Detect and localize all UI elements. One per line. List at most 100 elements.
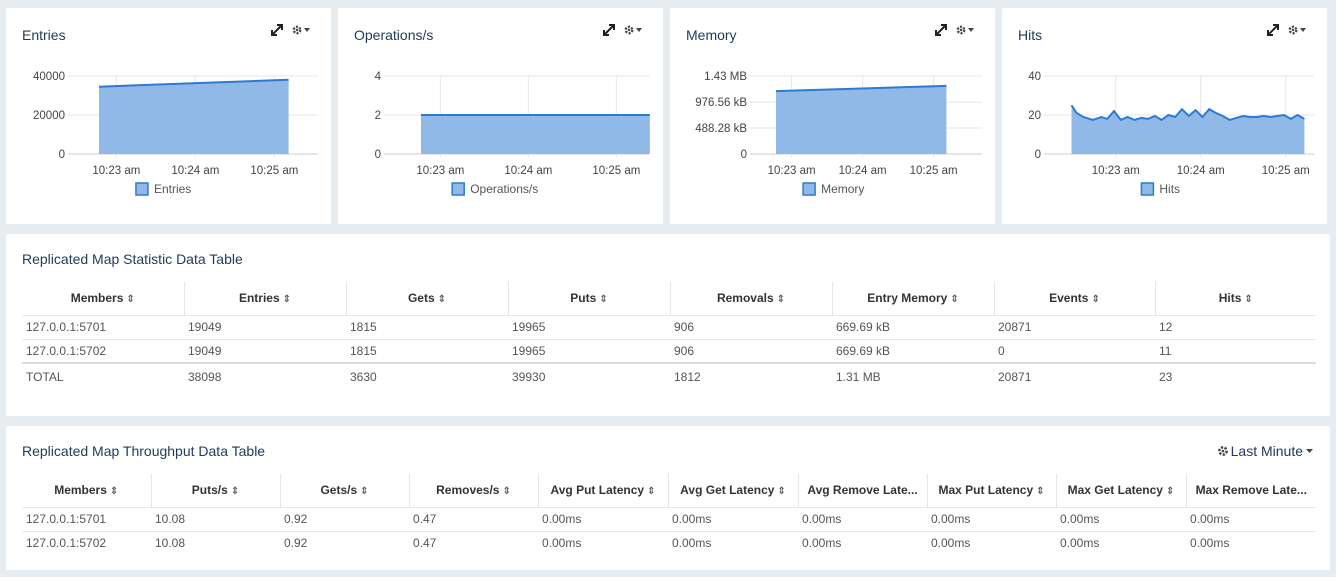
column-header-puts[interactable]: Puts ⇕ [508, 282, 671, 315]
table-cell: 1.31 MB [832, 362, 994, 389]
table-cell: 0.47 [409, 506, 538, 531]
table-cell: 19049 [184, 338, 346, 363]
table-cell: 3630 [346, 362, 508, 389]
throughput-data-panel: Replicated Map Throughput Data Table Las… [6, 426, 1330, 570]
legend-label: Memory [821, 182, 864, 196]
column-header-max-put-latency[interactable]: Max Put Latency ⇕ [927, 474, 1057, 507]
sort-icon: ⇕ [230, 486, 240, 498]
table-cell: 127.0.0.1:5702 [22, 338, 184, 363]
chart-svg: 40000 20000 0 10:23 am 10:24 am 10:25 am Entri… [33, 71, 318, 196]
x-tick-label: 10:23 am [1092, 165, 1140, 177]
column-header-gets-per-sec[interactable]: Gets/s ⇕ [280, 474, 410, 507]
table-cell: 127.0.0.1:5701 [22, 314, 184, 339]
y-tick-label: 40000 [33, 71, 65, 83]
table-row: 127.0.0.1:5701 10.08 0.92 0.47 0.00ms 0.… [22, 506, 1316, 531]
table-cell: 0.00ms [668, 506, 798, 531]
table-row: 127.0.0.1:5702 10.08 0.92 0.47 0.00ms 0.… [22, 530, 1316, 555]
sort-icon: ⇕ [1244, 294, 1253, 306]
legend-label: Hits [1159, 182, 1180, 196]
time-range-label: Last Minute [1230, 443, 1303, 459]
table-cell: 12 [1155, 314, 1316, 339]
chart-card-hits: Hits 40 20 0 10:23 am 10:24 am 10:25 am Hits [1002, 8, 1327, 224]
table-cell: 0.92 [280, 530, 409, 555]
table-row: 127.0.0.1:5702 19049 1815 19965 906 669.… [22, 338, 1316, 363]
y-tick-label: 2 [375, 110, 381, 122]
table-cell: 20871 [994, 314, 1155, 339]
column-header-avg-put-latency[interactable]: Avg Put Latency ⇕ [538, 474, 669, 507]
y-tick-label: 976.56 kB [695, 97, 747, 109]
y-tick-label: 40 [1028, 71, 1041, 83]
table-cell: 38098 [184, 362, 346, 389]
column-header-entry-memory[interactable]: Entry Memory ⇕ [832, 282, 995, 315]
table-cell: 0 [994, 338, 1155, 363]
series-area [1071, 105, 1305, 154]
table-cell: 0.00ms [1056, 506, 1186, 531]
table-cell: 0.00ms [927, 506, 1056, 531]
time-range-dropdown[interactable]: Last Minute [1217, 443, 1314, 459]
column-header-entries[interactable]: Entries ⇕ [184, 282, 347, 315]
sort-icon: ⇕ [109, 486, 119, 498]
charts-row: Entries 40000 20000 0 10:23 am 10:24 am 10:25… [6, 8, 1330, 224]
table-cell: 11 [1155, 338, 1316, 363]
sort-icon: ⇕ [599, 294, 608, 306]
column-header-avg-remove-latency[interactable]: Avg Remove Late... [798, 474, 928, 507]
chart-svg: 1.43 MB 976.56 kB 488.28 kB 0 10:23 am 10:24 … [695, 71, 982, 196]
table-cell: 127.0.0.1:5701 [22, 506, 151, 531]
y-tick-label: 20 [1028, 110, 1041, 122]
table-cell: 0.00ms [668, 530, 798, 555]
table-cell: 19965 [508, 338, 670, 363]
x-tick-label: 10:23 am [768, 165, 816, 177]
table-cell: 669.69 kB [832, 338, 994, 363]
x-tick-label: 10:25 am [1262, 165, 1310, 177]
table-cell: 1815 [346, 314, 508, 339]
table-cell: 19049 [184, 314, 346, 339]
sort-icon: ⇕ [502, 486, 511, 498]
column-header-events[interactable]: Events ⇕ [994, 282, 1156, 315]
sort-icon: ⇕ [360, 486, 369, 498]
x-tick-label: 10:25 am [910, 165, 958, 177]
table-cell: 23 [1155, 362, 1316, 389]
table-cell: 0.00ms [927, 530, 1056, 555]
y-tick-label: 4 [375, 71, 382, 83]
table-header-row: Members ⇕ Entries ⇕ Gets ⇕ Puts ⇕ Removals ⇕ … [22, 282, 1316, 315]
column-header-removes-per-sec[interactable]: Removes/s ⇕ [409, 474, 539, 507]
column-header-avg-get-latency[interactable]: Avg Get Latency ⇕ [668, 474, 799, 507]
column-header-max-get-latency[interactable]: Max Get Latency ⇕ [1056, 474, 1187, 507]
chart-card-entries: Entries 40000 20000 0 10:23 am 10:24 am 10:25… [6, 8, 331, 224]
y-tick-label: 1.43 MB [704, 71, 747, 83]
gear-icon [1217, 446, 1228, 456]
column-header-members[interactable]: Members ⇕ [22, 282, 185, 315]
table-cell: 0.00ms [1056, 530, 1186, 555]
table-cell: TOTAL [22, 362, 184, 389]
x-tick-label: 10:24 am [171, 165, 219, 177]
table-cell: 0.00ms [1186, 530, 1316, 555]
table-cell: 1812 [670, 362, 832, 389]
sort-icon: ⇕ [1091, 294, 1100, 306]
y-tick-label: 488.28 kB [695, 123, 747, 135]
throughput-data-table: Members ⇕ Puts/s ⇕ Gets/s ⇕ Removes/s ⇕ Avg … [22, 474, 1316, 555]
x-tick-label: 10:23 am [416, 165, 464, 177]
table-cell: 0.47 [409, 530, 538, 555]
panel-title: Replicated Map Throughput Data Table [22, 443, 266, 459]
table-cell: 0.92 [280, 506, 409, 531]
chart-card-memory: Memory 1.43 MB 976.56 kB 488.28 kB 0 10:23 a… [670, 8, 995, 224]
column-header-members[interactable]: Members ⇕ [22, 474, 152, 507]
column-header-gets[interactable]: Gets ⇕ [346, 282, 509, 315]
table-cell: 10.08 [151, 530, 280, 555]
column-header-hits[interactable]: Hits ⇕ [1155, 282, 1316, 315]
legend-label: Entries [154, 182, 191, 196]
table-cell: 0.00ms [798, 506, 927, 531]
statistic-data-table: Members ⇕ Entries ⇕ Gets ⇕ Puts ⇕ Removals ⇕ … [22, 282, 1316, 389]
column-header-max-remove-latency[interactable]: Max Remove Late... [1186, 474, 1316, 507]
table-row: 127.0.0.1:5701 19049 1815 19965 906 669.… [22, 314, 1316, 339]
table-total-row: TOTAL 38098 3630 39930 1812 1.31 MB 2087… [22, 362, 1316, 389]
sort-icon: ⇕ [126, 294, 135, 306]
legend-swatch [135, 182, 149, 196]
column-header-removals[interactable]: Removals ⇕ [670, 282, 833, 315]
x-tick-label: 10:24 am [1177, 165, 1225, 177]
table-cell: 669.69 kB [832, 314, 994, 339]
legend-swatch [802, 182, 816, 196]
sort-icon: ⇕ [776, 294, 786, 306]
table-cell: 906 [670, 314, 832, 339]
column-header-puts-per-sec[interactable]: Puts/s ⇕ [151, 474, 281, 507]
